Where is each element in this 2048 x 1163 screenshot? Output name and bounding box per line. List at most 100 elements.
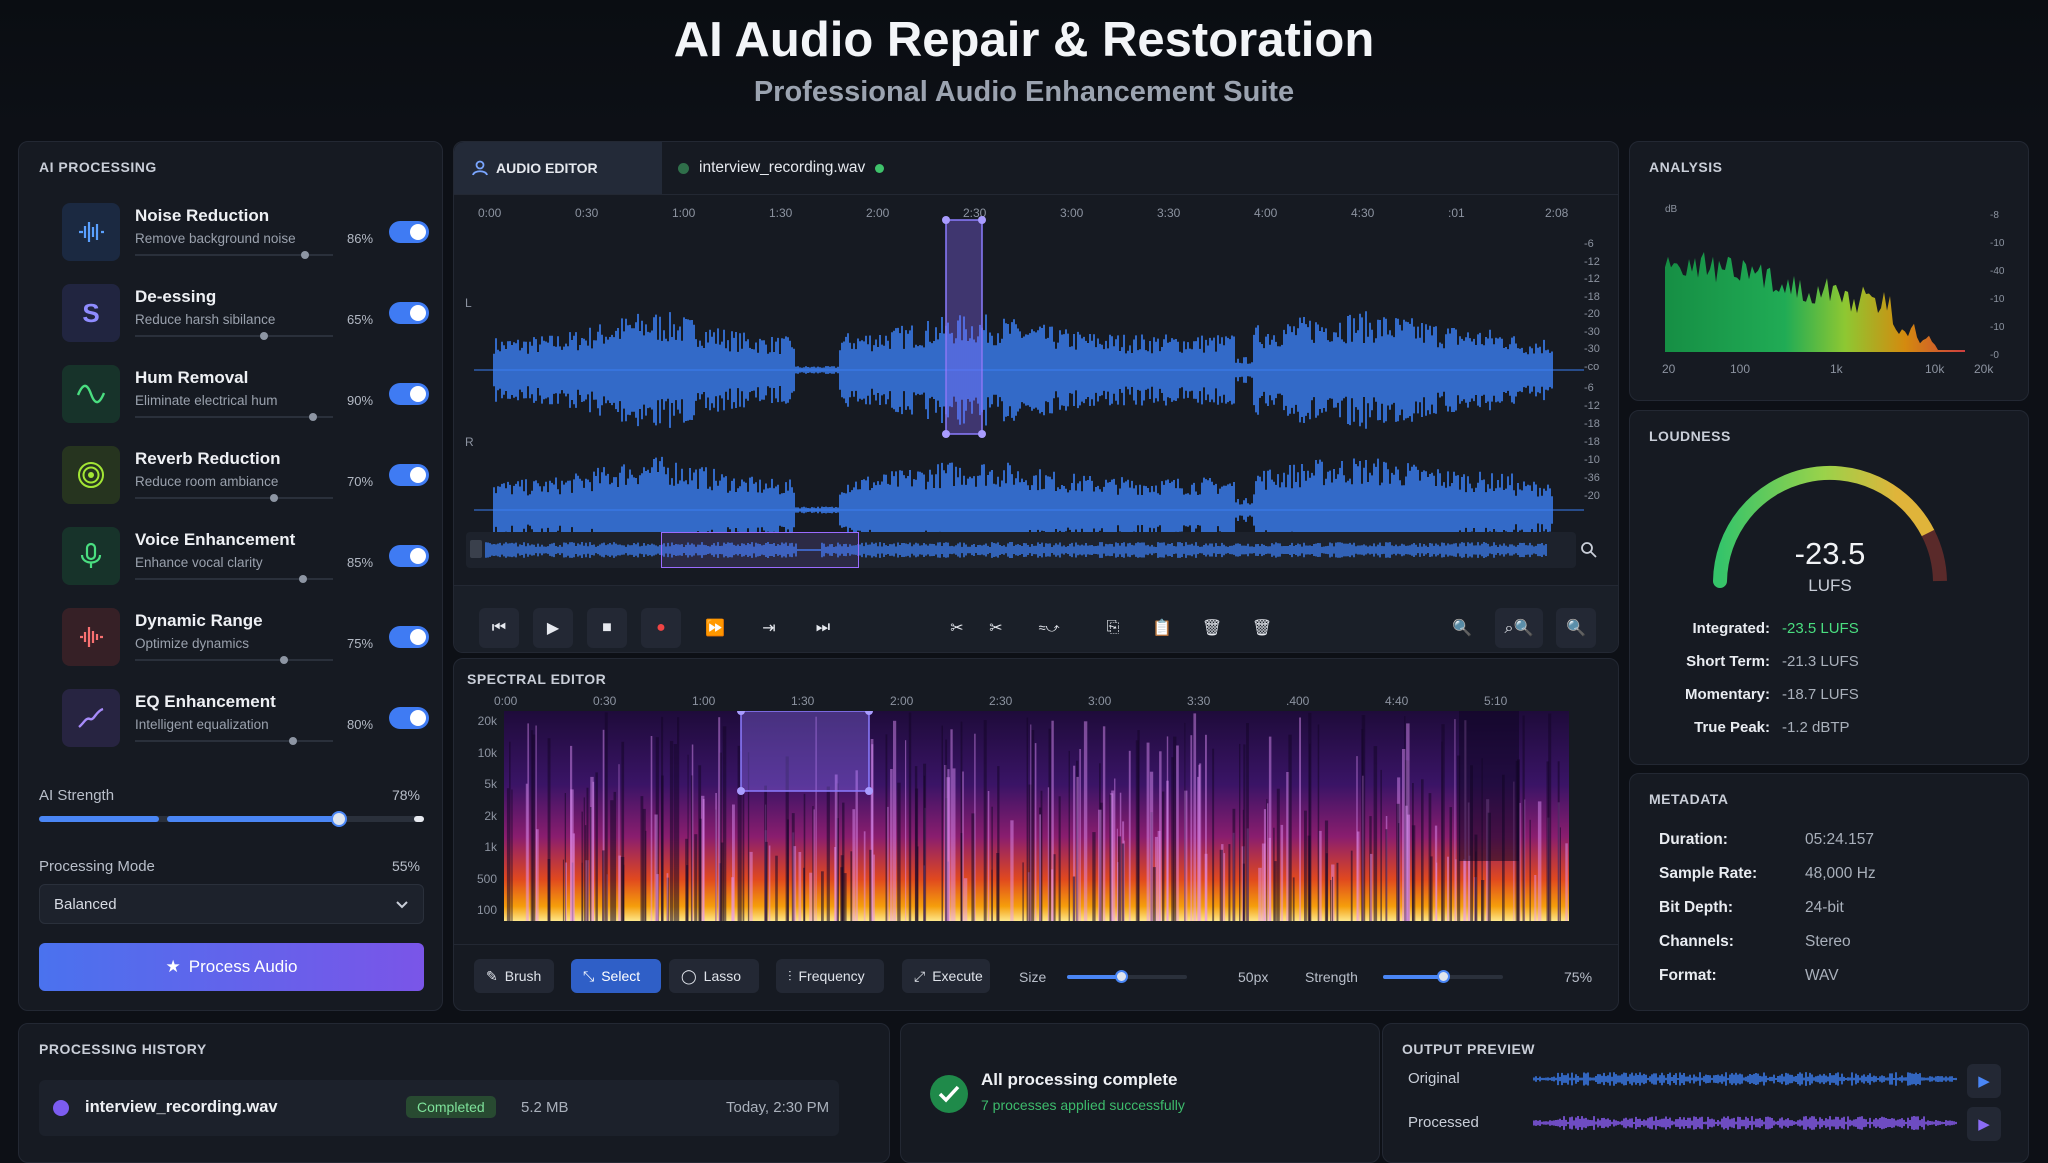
play-button[interactable]: ▶ [533, 608, 573, 648]
spectral-selection[interactable] [740, 711, 870, 792]
spectral-streak [1370, 853, 1373, 921]
trim-icon[interactable]: ✂ [976, 608, 1016, 648]
module-toggle[interactable] [389, 707, 429, 729]
selection-handle[interactable] [978, 216, 986, 224]
record-button[interactable]: ● [641, 608, 681, 648]
module-toggle[interactable] [389, 383, 429, 405]
spectral-streak [1336, 862, 1339, 921]
zoom-fit-icon[interactable] [1579, 540, 1599, 560]
play-original-button[interactable]: ▶ [1967, 1064, 2001, 1098]
spectral-time-tick: 0:30 [593, 694, 617, 708]
freq-tick: 500 [476, 871, 497, 886]
module-toggle[interactable] [389, 545, 429, 567]
module-slider-knob[interactable] [289, 737, 297, 745]
module-slider[interactable] [135, 575, 333, 583]
processing-mode-select[interactable]: Balanced [39, 884, 424, 924]
module-slider[interactable] [135, 494, 333, 502]
cut-icon[interactable]: ✂ [937, 608, 977, 648]
module-toggle[interactable] [389, 302, 429, 324]
module-card[interactable]: Voice Enhancement Enhance vocal clarity … [42, 521, 429, 599]
fade-icon[interactable]: ≈⤻ [1024, 608, 1074, 648]
module-slider[interactable] [135, 413, 333, 421]
overview-scrollbar[interactable] [466, 532, 1576, 568]
tool-frequency-button[interactable]: ⫶ Frequency [776, 959, 884, 993]
file-tab[interactable]: interview_recording.wav [678, 142, 885, 194]
module-slider-knob[interactable] [260, 332, 268, 340]
module-slider-knob[interactable] [299, 575, 307, 583]
module-desc: Remove background noise [135, 231, 296, 246]
module-card[interactable]: Hum Removal Eliminate electrical hum 90% [42, 359, 429, 437]
tool-brush-button[interactable]: ✎ Brush [474, 959, 554, 993]
module-toggle[interactable] [389, 464, 429, 486]
loudness-key: Short Term: [1686, 653, 1770, 670]
spectrogram[interactable] [504, 711, 1569, 921]
module-slider-knob[interactable] [280, 656, 288, 664]
spectrum-y-tick: -8 [1990, 210, 1999, 221]
selection-handle[interactable] [737, 787, 745, 795]
copy-icon[interactable]: ⎘ [1093, 608, 1133, 648]
clear-icon[interactable]: 🗑 [1242, 608, 1282, 648]
module-slider[interactable] [135, 332, 333, 340]
tool-lasso-button[interactable]: ◯ Lasso [669, 959, 759, 993]
selection-region[interactable] [945, 219, 983, 435]
module-name: Voice Enhancement [135, 530, 296, 549]
overview-viewport[interactable] [661, 532, 859, 568]
ai-strength-knob[interactable] [331, 811, 348, 827]
size-slider[interactable] [1067, 970, 1187, 983]
module-card[interactable]: Dynamic Range Optimize dynamics 75% [42, 602, 429, 680]
spectral-streak [586, 787, 589, 921]
module-slider[interactable] [135, 737, 333, 745]
spectral-streak [1317, 724, 1320, 921]
selection-handle[interactable] [942, 430, 950, 438]
module-slider[interactable] [135, 656, 333, 664]
module-card[interactable]: Noise Reduction Remove background noise … [42, 197, 429, 275]
waveform-display[interactable] [454, 194, 1619, 564]
spectral-streak [1534, 875, 1537, 921]
module-slider-knob[interactable] [270, 494, 278, 502]
module-card[interactable]: EQ Enhancement Intelligent equalization … [42, 683, 429, 761]
ai-strength-slider[interactable] [39, 811, 424, 827]
skip-forward-button[interactable]: ⏭ [803, 608, 843, 648]
paste-icon[interactable]: 📋 [1142, 608, 1182, 648]
strength-slider[interactable] [1383, 970, 1503, 983]
freq-tick: 1k [484, 840, 497, 854]
spectral-streak [1010, 820, 1014, 921]
process-audio-button[interactable]: ★ Process Audio [39, 943, 424, 991]
stop-button[interactable]: ■ [587, 608, 627, 648]
spectral-streak [1263, 809, 1266, 921]
module-slider-knob[interactable] [301, 251, 309, 259]
spectral-streak [1304, 810, 1307, 921]
selection-handle[interactable] [942, 216, 950, 224]
fast-forward-button[interactable]: ⏩ [695, 608, 735, 648]
module-slider-knob[interactable] [309, 413, 317, 421]
spectral-streak [718, 717, 721, 921]
eq-curve-icon [62, 689, 120, 747]
module-toggle[interactable] [389, 626, 429, 648]
spectral-streak [1193, 713, 1197, 921]
module-card[interactable]: Reverb Reduction Reduce room ambiance 70… [42, 440, 429, 518]
loop-button[interactable]: ⇥ [749, 608, 789, 648]
delete-icon[interactable]: 🗑 [1192, 608, 1232, 648]
play-processed-button[interactable]: ▶ [1967, 1107, 2001, 1141]
tool-execute-button[interactable]: ⤢ Execute [902, 959, 990, 993]
selection-handle[interactable] [978, 430, 986, 438]
tab-audio-editor[interactable]: AUDIO EDITOR [454, 142, 662, 194]
tool-select-button[interactable]: ⤡ Select [571, 959, 661, 993]
ai-strength-label: AI Strength [39, 787, 115, 804]
zoom-out-icon[interactable]: 🔍 [1442, 608, 1482, 648]
active-dot [875, 163, 885, 173]
db-tick: -18 [1584, 290, 1600, 303]
skip-back-button[interactable]: ⏮ [479, 608, 519, 648]
history-row[interactable]: interview_recording.wav Completed 5.2 MB… [39, 1080, 839, 1136]
selection-handle[interactable] [865, 787, 873, 795]
zoom-in-icon[interactable]: 🔍 [1556, 608, 1596, 648]
spectral-streak [1079, 749, 1081, 921]
spectral-streak [1332, 876, 1334, 921]
spectral-streak [850, 851, 853, 921]
module-slider[interactable] [135, 251, 333, 259]
metadata-value: WAV [1805, 967, 1839, 984]
module-card[interactable]: S De-essing Reduce harsh sibilance 65% [42, 278, 429, 356]
module-toggle[interactable] [389, 221, 429, 243]
spectrum-x-tick: 20k [1974, 362, 1994, 376]
zoom-selection-icon[interactable]: ⌕🔍 [1495, 608, 1543, 648]
